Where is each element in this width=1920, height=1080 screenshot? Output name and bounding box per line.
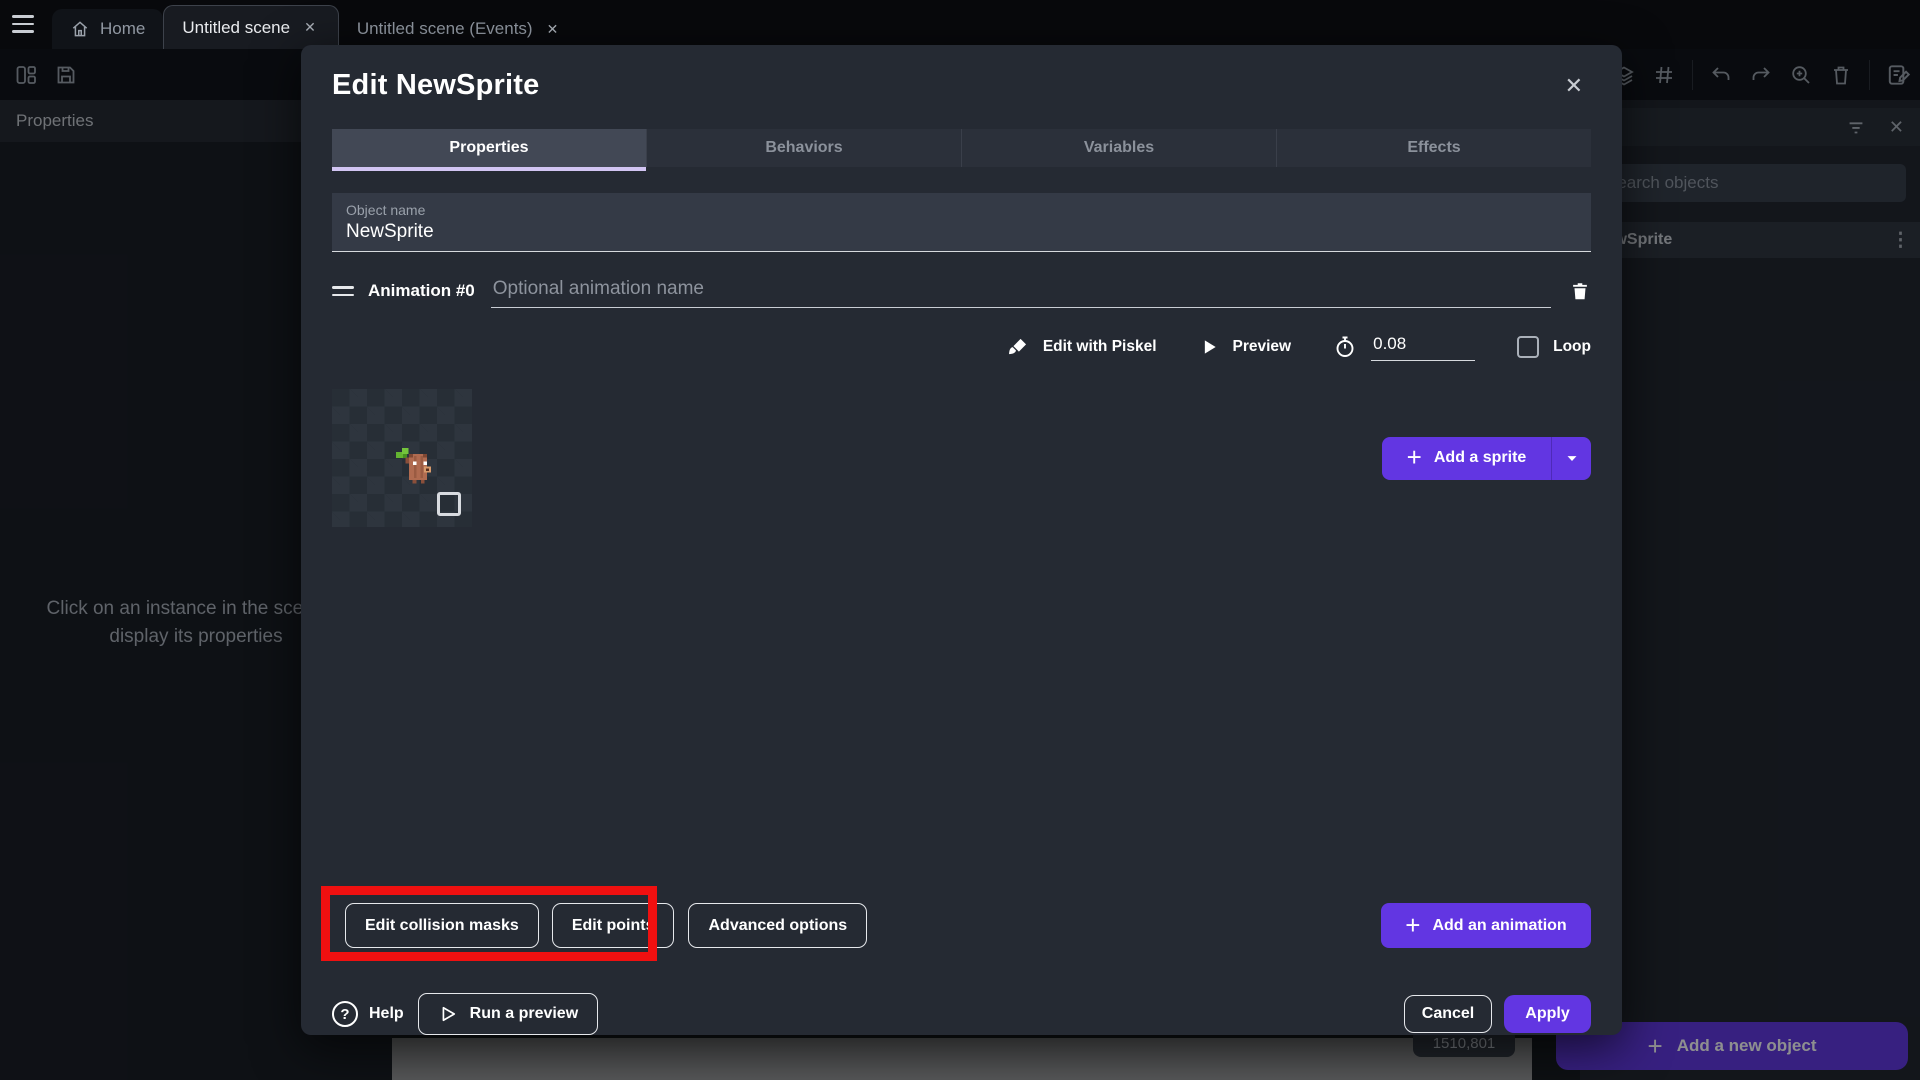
advanced-options-button[interactable]: Advanced options: [688, 903, 868, 948]
run-preview-button[interactable]: Run a preview: [417, 993, 599, 1035]
add-animation-label: Add an animation: [1432, 916, 1567, 934]
object-name-input[interactable]: [346, 221, 1577, 243]
delete-animation-button[interactable]: [1569, 280, 1591, 302]
chevron-down-icon: [1567, 456, 1576, 461]
main-menu-button[interactable]: [0, 1, 46, 47]
sprite-actions-row: Edit collision masks Edit points Advance…: [321, 886, 1591, 961]
sprite-thumbnail[interactable]: [332, 389, 472, 527]
drag-handle-icon[interactable]: [332, 286, 354, 296]
trash-icon: [1569, 280, 1591, 302]
close-dialog-icon[interactable]: ✕: [1557, 69, 1591, 103]
add-sprite-caret-button[interactable]: [1551, 436, 1591, 480]
animation-name-input[interactable]: [490, 274, 1551, 308]
run-preview-label: Run a preview: [469, 1005, 579, 1022]
tab-untitled-scene[interactable]: Untitled scene ✕: [163, 5, 339, 49]
edit-sprite-dialog: Edit NewSprite ✕ Properties Behaviors Va…: [301, 45, 1622, 1035]
play-icon: [1199, 337, 1219, 357]
tab-properties[interactable]: Properties: [332, 129, 647, 171]
edit-points-button[interactable]: Edit points: [551, 903, 675, 948]
top-tab-bar: Home Untitled scene ✕ Untitled scene (Ev…: [0, 0, 1920, 49]
apply-button[interactable]: Apply: [1504, 995, 1591, 1033]
add-sprite-button[interactable]: + Add a sprite: [1382, 436, 1551, 480]
close-tab-icon[interactable]: ✕: [543, 19, 563, 40]
dialog-title: Edit NewSprite: [332, 69, 540, 101]
tab-effects[interactable]: Effects: [1277, 129, 1591, 167]
close-tab-icon[interactable]: ✕: [300, 17, 320, 38]
animation-row: Animation #0: [332, 274, 1591, 308]
preview-button[interactable]: Preview: [1233, 338, 1292, 356]
time-between-frames-input[interactable]: [1371, 332, 1476, 361]
help-label: Help: [369, 1005, 404, 1022]
edit-with-piskel-button[interactable]: Edit with Piskel: [1043, 338, 1157, 356]
tab-untitled-scene-events[interactable]: Untitled scene (Events) ✕: [339, 9, 580, 49]
tab-variables[interactable]: Variables: [962, 129, 1277, 167]
stopwatch-icon: [1333, 335, 1357, 359]
add-sprite-label: Add a sprite: [1433, 449, 1527, 466]
home-icon: [70, 19, 90, 39]
loop-checkbox[interactable]: [1517, 335, 1540, 358]
tab-home[interactable]: Home: [52, 9, 164, 49]
tab-scene-label: Untitled scene: [182, 17, 291, 37]
dialog-tabs: Properties Behaviors Variables Effects: [332, 129, 1591, 171]
sprite-select-checkbox[interactable]: [437, 492, 461, 516]
brush-icon: [1007, 336, 1029, 358]
help-icon: ?: [332, 1001, 358, 1027]
tab-behaviors[interactable]: Behaviors: [647, 129, 962, 167]
object-name-label: Object name: [346, 202, 426, 218]
animation-tools-row: Edit with Piskel Preview Loop: [332, 332, 1591, 361]
plus-icon: +: [1405, 909, 1421, 940]
add-animation-button[interactable]: + Add an animation: [1381, 903, 1591, 948]
help-button[interactable]: ? Help: [332, 1001, 404, 1027]
pig-sprite-image: [395, 448, 431, 484]
sprites-row: + Add a sprite: [332, 389, 1591, 527]
play-outline-icon: [438, 1004, 458, 1024]
dialog-footer: ? Help Run a preview Cancel Apply: [332, 993, 1591, 1035]
animation-label: Animation #0: [368, 281, 475, 300]
plus-icon: +: [1406, 442, 1422, 472]
gdevelop-app: Home Untitled scene ✕ Untitled scene (Ev…: [0, 0, 1920, 1080]
cancel-button[interactable]: Cancel: [1404, 995, 1492, 1033]
object-name-field[interactable]: Object name: [332, 193, 1591, 252]
tab-events-label: Untitled scene (Events): [356, 19, 533, 38]
tab-home-label: Home: [100, 19, 146, 38]
add-sprite-split-button: + Add a sprite: [1382, 436, 1591, 480]
edit-collision-masks-button[interactable]: Edit collision masks: [345, 903, 539, 948]
loop-label: Loop: [1553, 337, 1591, 355]
